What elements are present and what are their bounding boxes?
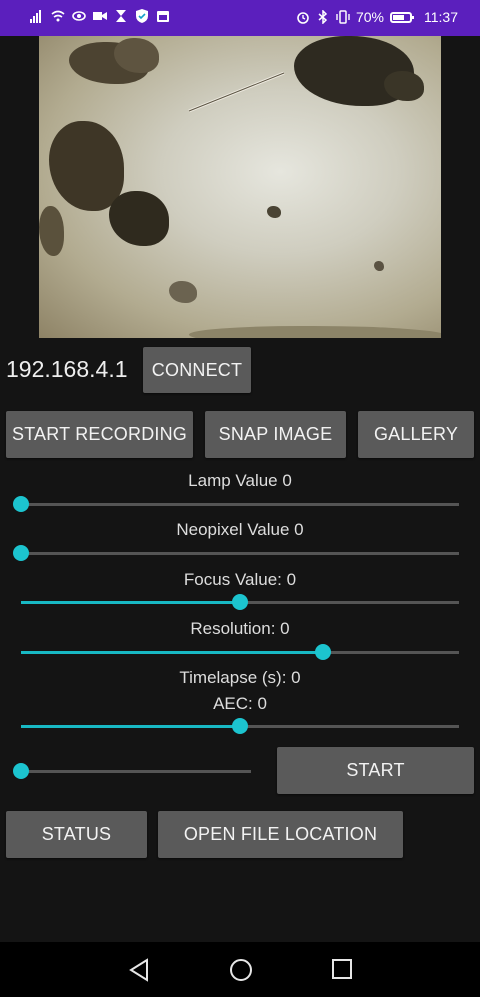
timelapse-slider[interactable] [13,763,251,779]
start-button[interactable]: START [277,747,474,794]
resolution-label: Resolution: 0 [190,619,290,638]
neopixel-label: Neopixel Value 0 [176,520,304,539]
navigation-bar [0,942,480,997]
focus-slider-fill [21,601,240,604]
battery-fill [393,14,404,20]
recents-icon[interactable] [331,958,353,980]
resolution-slider[interactable] [21,644,459,660]
lamp-slider-thumb[interactable] [13,496,29,512]
start-recording-button[interactable]: START RECORDING [6,411,193,458]
status-button[interactable]: STATUS [6,811,147,858]
resolution-slider-fill [21,651,324,654]
lamp-slider[interactable] [13,496,459,512]
fiber-strand [188,71,285,113]
focus-slider[interactable] [21,594,459,610]
focus-slider-thumb[interactable] [232,594,248,610]
wifi-icon [51,10,65,22]
camera-preview [39,36,441,338]
open-file-location-button[interactable]: OPEN FILE LOCATION [158,811,403,858]
eye-icon [72,11,86,21]
calendar-icon [157,11,169,22]
connect-button[interactable]: CONNECT [143,347,251,393]
resolution-slider-thumb[interactable] [315,644,332,660]
signal-icon [30,10,41,23]
focus-label: Focus Value: 0 [183,570,297,589]
gallery-button[interactable]: GALLERY [358,411,474,458]
vibrate-icon [336,10,350,24]
battery-percent: 70% [355,9,384,25]
bluetooth-icon [318,10,328,24]
timelapse-label: Timelapse (s): 0 [179,668,301,687]
hourglass-icon [116,10,126,22]
ip-address[interactable]: 192.168.4.1 [6,356,128,383]
clock: 11:37 [424,9,458,25]
aec-label: AEC: 0 [213,694,267,713]
neopixel-slider-thumb[interactable] [13,545,29,561]
lamp-label: Lamp Value 0 [188,471,292,490]
timelapse-slider-thumb[interactable] [13,763,29,779]
status-bar-left-icons [30,9,170,23]
home-icon[interactable] [229,958,253,982]
aec-slider[interactable] [21,718,459,734]
snap-image-button[interactable]: SNAP IMAGE [205,411,346,458]
status-bar: 70% 11:37 [0,0,480,36]
alarm-icon [297,12,309,24]
aec-slider-thumb[interactable] [232,718,248,734]
status-bar-right-icons: 70% 11:37 [296,9,458,25]
back-icon[interactable] [128,958,150,982]
neopixel-slider[interactable] [13,545,459,561]
aec-slider-fill [21,725,240,728]
shield-icon [136,9,148,23]
camera-icon [93,12,107,20]
battery-icon [390,11,414,23]
